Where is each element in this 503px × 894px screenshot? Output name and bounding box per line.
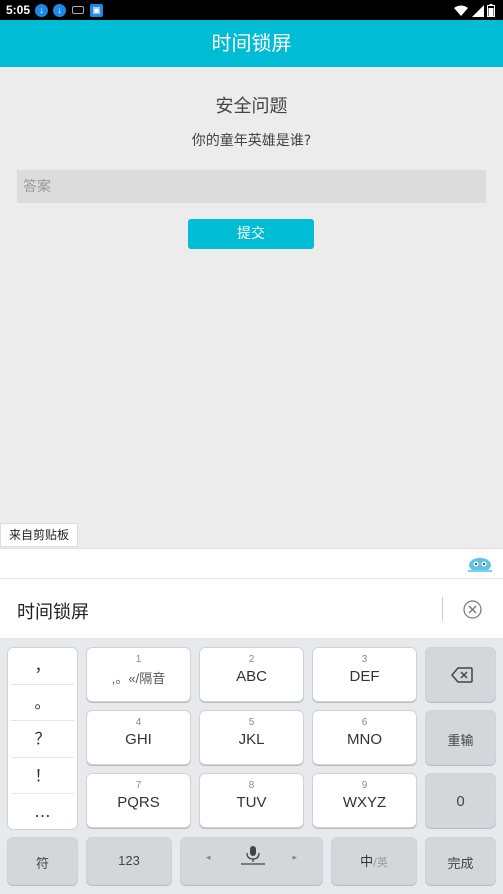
security-title: 安全问题 xyxy=(215,96,288,117)
backspace-icon xyxy=(451,667,473,683)
done-key[interactable]: 完成 xyxy=(425,837,496,885)
punct-key[interactable]: ！ xyxy=(11,758,74,795)
lang-secondary: /英 xyxy=(373,856,388,869)
key-5[interactable]: 5 JKL xyxy=(199,710,304,765)
clear-icon[interactable] xyxy=(463,600,482,619)
signal-icon xyxy=(471,4,484,17)
status-time: 5:05 xyxy=(6,3,31,17)
language-switch-key[interactable]: 中/英 xyxy=(331,837,417,885)
arrow-left-icon: ◂ xyxy=(206,852,211,862)
key-2[interactable]: 2 ABC xyxy=(199,647,304,702)
app-bar-title: 时间锁屏 xyxy=(0,20,503,67)
answer-input[interactable] xyxy=(17,170,486,203)
key-4[interactable]: 4 GHI xyxy=(86,710,191,765)
candidate-bar xyxy=(0,548,503,578)
composing-text[interactable]: 时间锁屏 xyxy=(17,598,89,624)
key-8[interactable]: 8 TUV xyxy=(199,773,304,828)
download-icon: ↓ xyxy=(35,4,48,17)
numeric-key[interactable]: 123 xyxy=(86,837,172,885)
ime-mascot-icon[interactable] xyxy=(467,555,493,573)
key-6[interactable]: 6 MNO xyxy=(312,710,417,765)
battery-icon xyxy=(487,4,495,18)
download-icon: ↓ xyxy=(53,4,66,17)
divider xyxy=(442,597,443,621)
clipboard-tag[interactable]: 来自剪贴板 xyxy=(0,523,79,547)
composition-area: 时间锁屏 xyxy=(0,578,503,638)
keyboard: ， 。 ？ ！ … 1 ,。«/隔音 2 ABC 3 DEF 4 GHI 5 J… xyxy=(0,638,503,894)
status-indicators xyxy=(454,3,495,18)
arrow-right-icon: ▸ xyxy=(292,852,297,862)
app-notification-icon: ▣ xyxy=(90,4,103,17)
lang-primary: 中 xyxy=(360,855,374,870)
key-7[interactable]: 7 PQRS xyxy=(86,773,191,828)
security-question: 你的童年英雄是谁? xyxy=(191,133,312,149)
punctuation-list[interactable]: ， 。 ？ ！ … xyxy=(7,647,78,830)
punct-key[interactable]: ， xyxy=(11,648,74,685)
status-bar: 5:05 ↓ ↓ ▣ xyxy=(0,0,503,20)
key-9[interactable]: 9 WXYZ xyxy=(312,773,417,828)
microphone-icon xyxy=(241,846,265,865)
keyboard-icon xyxy=(72,6,84,14)
symbol-key[interactable]: 符 xyxy=(7,837,78,885)
punct-key[interactable]: 。 xyxy=(11,685,74,722)
backspace-key[interactable] xyxy=(425,647,496,702)
punct-key[interactable]: ？ xyxy=(11,721,74,758)
punct-key[interactable]: … xyxy=(11,794,74,829)
zero-key[interactable]: 0 xyxy=(425,773,496,828)
wifi-icon xyxy=(454,5,469,16)
key-1[interactable]: 1 ,。«/隔音 xyxy=(86,647,191,702)
key-3[interactable]: 3 DEF xyxy=(312,647,417,702)
space-key[interactable]: ◂ ▸ xyxy=(180,837,323,885)
reenter-key[interactable]: 重输 xyxy=(425,710,496,765)
submit-button[interactable]: 提交 xyxy=(188,219,314,249)
